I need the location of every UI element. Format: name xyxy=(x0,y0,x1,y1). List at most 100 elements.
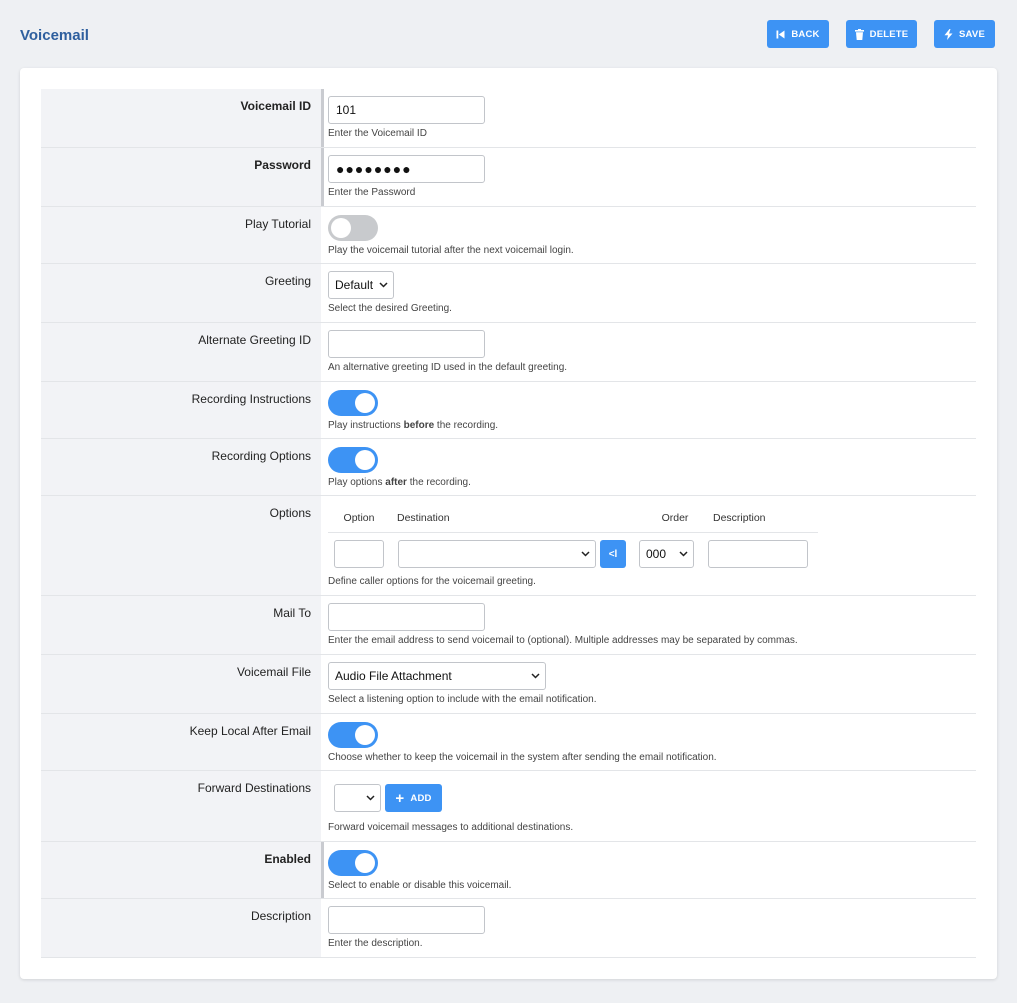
row-description: Description Enter the description. xyxy=(41,899,976,958)
destination-select[interactable] xyxy=(398,540,596,568)
chevron-down-icon xyxy=(581,551,590,557)
alternate-greeting-input[interactable] xyxy=(328,330,485,358)
enabled-toggle[interactable] xyxy=(328,850,378,876)
field-label: Description xyxy=(41,899,321,957)
field-hint: Play the voicemail tutorial after the ne… xyxy=(328,245,574,256)
option-description-input[interactable] xyxy=(708,540,808,568)
forward-controls: + ADD xyxy=(328,784,976,812)
row-forward-destinations: Forward Destinations + ADD Forward voice… xyxy=(41,771,976,842)
row-password: Password ●●●●●●●● Enter the Password xyxy=(41,148,976,207)
trash-icon xyxy=(854,28,864,40)
chevron-down-icon xyxy=(366,795,375,801)
field-hint: An alternative greeting ID used in the d… xyxy=(328,362,568,373)
add-label: ADD xyxy=(410,792,432,804)
greeting-select[interactable]: Default xyxy=(328,271,394,299)
field-label: Options xyxy=(41,496,321,595)
field-label: Mail To xyxy=(41,596,321,654)
form-card: Voicemail ID 101 Enter the Voicemail ID … xyxy=(20,68,997,979)
field-hint: Enter the email address to send voicemai… xyxy=(328,635,798,646)
back-label: BACK xyxy=(791,28,820,40)
toggle-knob xyxy=(355,725,375,745)
field-label: Play Tutorial xyxy=(41,207,321,263)
add-forward-button[interactable]: + ADD xyxy=(385,784,442,812)
keep-local-toggle[interactable] xyxy=(328,722,378,748)
field-label: Forward Destinations xyxy=(41,771,321,841)
row-greeting: Greeting Default Select the desired Gree… xyxy=(41,264,976,323)
toggle-knob xyxy=(331,218,351,238)
field-label: Greeting xyxy=(41,264,321,322)
toggle-knob xyxy=(355,853,375,873)
col-destination: Destination xyxy=(397,511,450,524)
row-mail-to: Mail To Enter the email address to send … xyxy=(41,596,976,655)
row-enabled: Enabled Select to enable or disable this… xyxy=(41,842,976,899)
bolt-icon xyxy=(944,28,953,40)
voicemail-file-value: Audio File Attachment xyxy=(335,669,452,683)
hint-text: Play instructions xyxy=(328,420,404,431)
insert-destination-button[interactable]: <l xyxy=(600,540,626,568)
greeting-value: Default xyxy=(335,278,374,292)
page-title: Voicemail xyxy=(20,27,89,44)
row-recording-instructions: Recording Instructions Play instructions… xyxy=(41,382,976,439)
forward-destination-select[interactable] xyxy=(334,784,381,812)
plus-icon: + xyxy=(395,789,405,807)
col-order: Order xyxy=(661,511,689,524)
order-select[interactable]: 000 xyxy=(639,540,694,568)
toggle-knob xyxy=(355,393,375,413)
field-label: Alternate Greeting ID xyxy=(41,323,321,381)
col-description: Description xyxy=(713,511,766,524)
recording-instructions-toggle[interactable] xyxy=(328,390,378,416)
field-label: Password xyxy=(41,148,324,206)
field-hint: Enter the Voicemail ID xyxy=(328,128,427,139)
field-hint: Enter the Password xyxy=(328,187,416,198)
row-play-tutorial: Play Tutorial Play the voicemail tutoria… xyxy=(41,207,976,264)
hint-text: the recording. xyxy=(406,477,471,488)
form-table: Voicemail ID 101 Enter the Voicemail ID … xyxy=(41,89,976,958)
description-input[interactable] xyxy=(328,906,485,934)
field-hint: Select the desired Greeting. xyxy=(328,303,452,314)
chevron-down-icon xyxy=(679,551,688,557)
field-hint: Select to enable or disable this voicema… xyxy=(328,880,512,891)
row-alternate-greeting: Alternate Greeting ID An alternative gre… xyxy=(41,323,976,382)
hint-emphasis: before xyxy=(403,420,435,431)
field-label: Enabled xyxy=(41,842,324,898)
chevron-down-icon xyxy=(531,673,540,679)
field-label: Voicemail File xyxy=(41,655,321,713)
row-keep-local: Keep Local After Email Choose whether to… xyxy=(41,714,976,771)
password-input[interactable]: ●●●●●●●● xyxy=(328,155,485,183)
order-value: 000 xyxy=(646,547,667,561)
play-tutorial-toggle[interactable] xyxy=(328,215,378,241)
row-recording-options: Recording Options Play options after the… xyxy=(41,439,976,496)
row-voicemail-id: Voicemail ID 101 Enter the Voicemail ID xyxy=(41,89,976,148)
toggle-knob xyxy=(355,450,375,470)
field-label: Recording Options xyxy=(41,439,321,495)
field-hint: Forward voicemail messages to additional… xyxy=(328,822,574,833)
field-hint: Enter the description. xyxy=(328,938,423,949)
options-table-header: Option Destination Order Description xyxy=(328,503,818,533)
field-label: Keep Local After Email xyxy=(41,714,321,770)
action-bar: BACK DELETE SAVE xyxy=(767,20,995,48)
mail-to-input[interactable] xyxy=(328,603,485,631)
chevron-down-icon xyxy=(379,282,388,288)
field-label: Voicemail ID xyxy=(41,89,324,147)
col-option: Option xyxy=(343,511,375,524)
back-button[interactable]: BACK xyxy=(767,20,829,48)
recording-options-toggle[interactable] xyxy=(328,447,378,473)
save-button[interactable]: SAVE xyxy=(934,20,995,48)
row-options: Options Option Destination Order Descrip… xyxy=(41,496,976,596)
option-digit-input[interactable] xyxy=(334,540,384,568)
save-label: SAVE xyxy=(959,28,985,40)
field-label: Recording Instructions xyxy=(41,382,321,438)
hint-emphasis: after xyxy=(385,477,407,488)
delete-button[interactable]: DELETE xyxy=(846,20,917,48)
field-hint: Play options after the recording. xyxy=(328,477,976,488)
delete-label: DELETE xyxy=(869,28,909,40)
field-hint: Define caller options for the voicemail … xyxy=(328,576,536,587)
back-icon xyxy=(776,30,785,39)
options-table-row: <l 000 xyxy=(328,540,976,568)
hint-text: the recording. xyxy=(434,420,499,431)
hint-text: Play options xyxy=(328,477,386,488)
field-hint: Play instructions before the recording. xyxy=(328,420,976,431)
voicemail-file-select[interactable]: Audio File Attachment xyxy=(328,662,546,690)
field-hint: Select a listening option to include wit… xyxy=(328,694,597,705)
voicemail-id-input[interactable]: 101 xyxy=(328,96,485,124)
